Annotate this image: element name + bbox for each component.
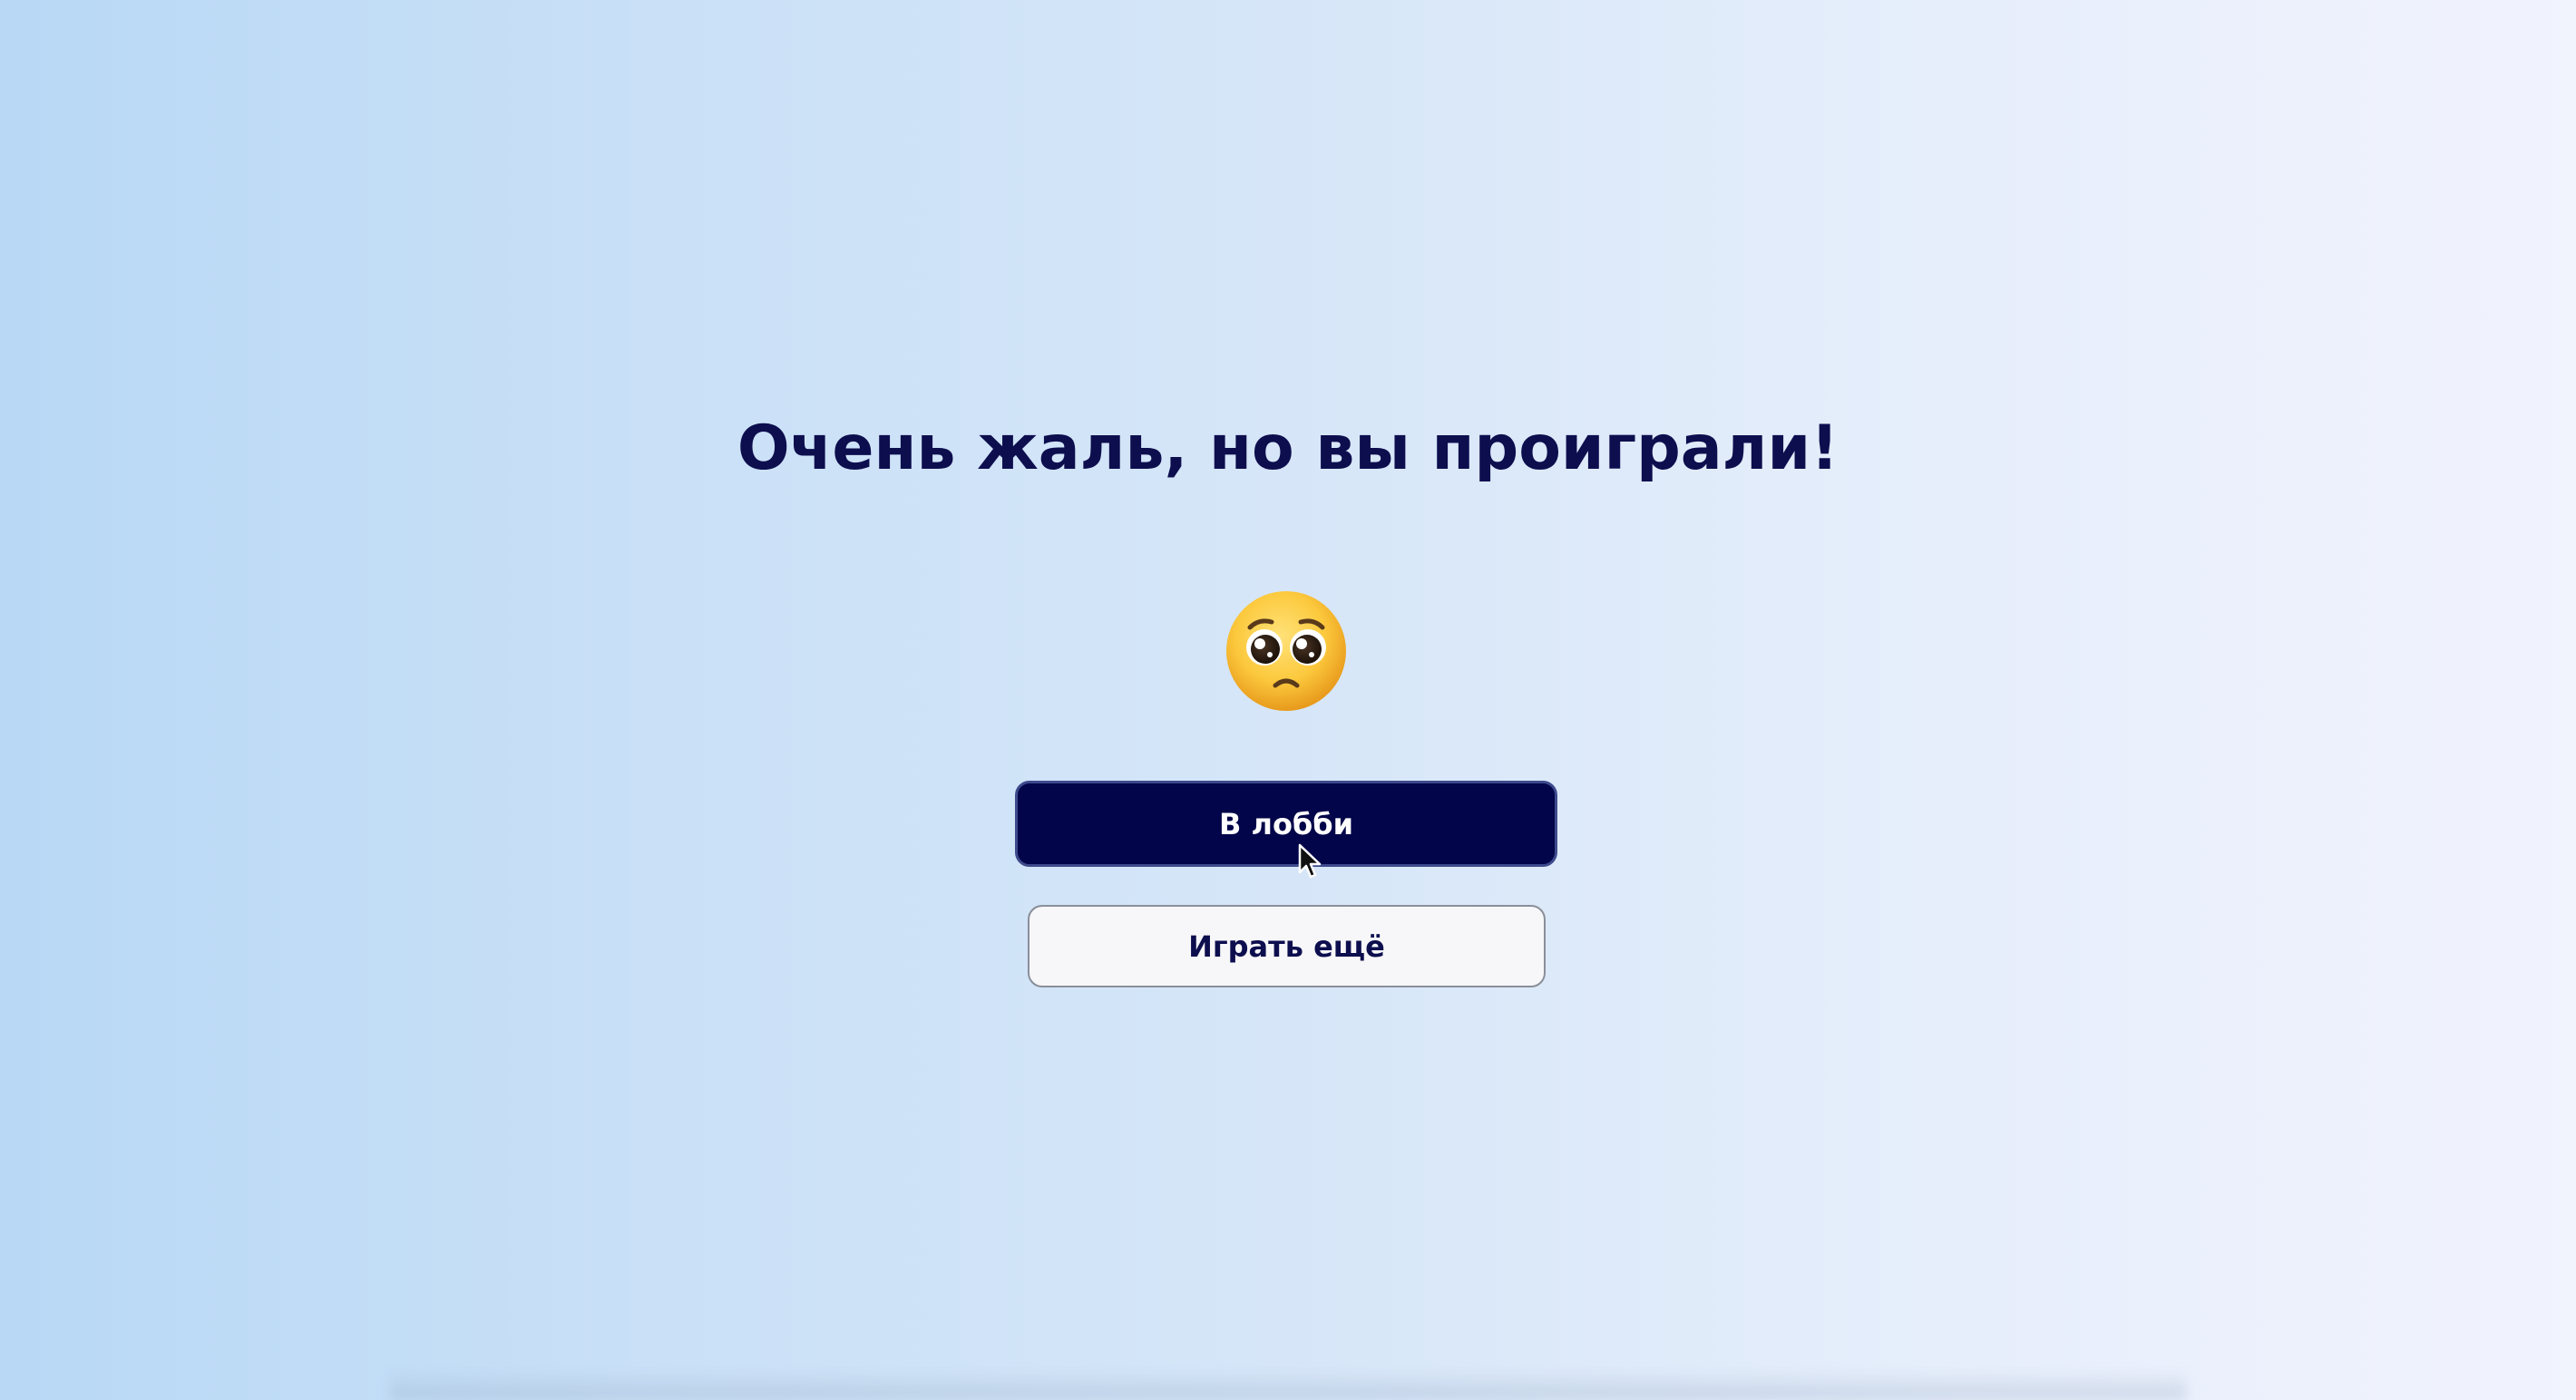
mouse-cursor-icon (1298, 843, 1322, 879)
game-over-screen: Очень жаль, но вы проиграли! В лобби Игр… (0, 0, 2576, 1400)
bottom-shadow (390, 1369, 2186, 1400)
play-again-button-label: Играть ещё (1188, 928, 1385, 964)
lobby-button-label: В лобби (1218, 806, 1354, 841)
play-again-button[interactable]: Играть ещё (1028, 905, 1546, 987)
lobby-button[interactable]: В лобби (1015, 781, 1557, 867)
result-title: Очень жаль, но вы проиграли! (737, 413, 1839, 484)
pleading-face-icon (1226, 591, 1346, 711)
